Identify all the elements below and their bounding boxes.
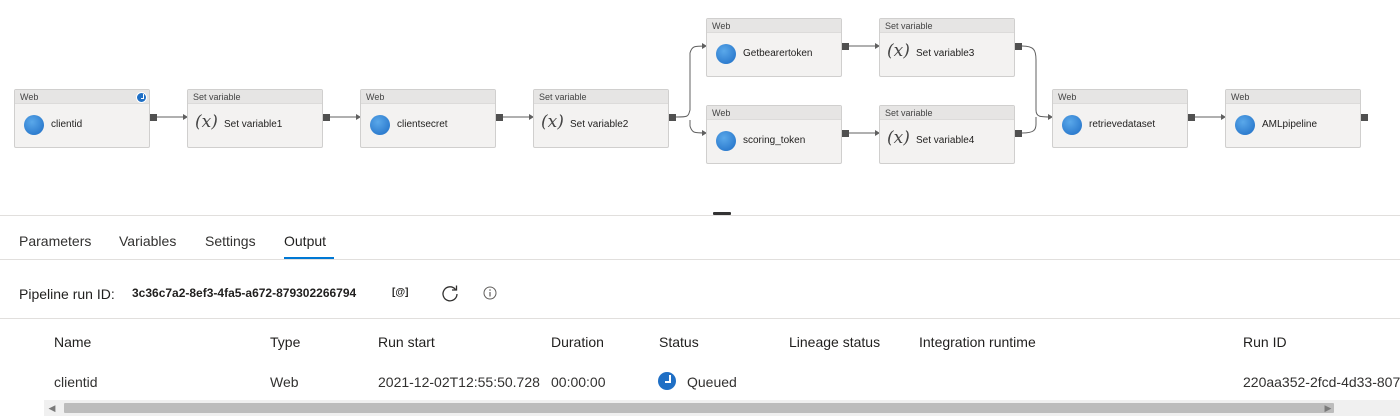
activity-set-variable4[interactable]: Set variable (x) Set variable4	[879, 105, 1015, 164]
pipeline-run-id-value: 3c36c7a2-8ef3-4fa5-a672-879302266794	[132, 286, 357, 300]
queued-clock-icon	[136, 92, 147, 103]
activity-name: retrievedataset	[1089, 119, 1156, 130]
cell-run-id: 220aa352-2fcd-4d33-807	[1243, 374, 1400, 390]
column-header-integration-runtime[interactable]: Integration runtime	[919, 334, 1036, 350]
variable-x-icon: (x)	[887, 41, 910, 61]
cell-duration: 00:00:00	[551, 374, 606, 390]
cell-name[interactable]: clientid	[54, 374, 98, 390]
output-port[interactable]	[1188, 114, 1195, 121]
activity-name: clientid	[51, 119, 83, 130]
scroll-left-arrow-icon[interactable]: ◀	[44, 400, 60, 416]
activity-name: Set variable3	[916, 48, 975, 59]
activity-type-label: Web	[1226, 90, 1360, 104]
output-port[interactable]	[496, 114, 503, 121]
activity-name: AMLpipeline	[1262, 119, 1318, 130]
tab-output[interactable]: Output	[284, 233, 326, 249]
properties-tabs: Parameters Variables Settings Output	[0, 226, 1400, 260]
output-port[interactable]	[1015, 130, 1022, 137]
web-globe-icon	[716, 44, 736, 64]
web-globe-icon	[1235, 115, 1255, 135]
tab-settings[interactable]: Settings	[205, 233, 256, 249]
column-header-run-id[interactable]: Run ID	[1243, 334, 1287, 350]
output-port[interactable]	[1015, 43, 1022, 50]
activity-name: clientsecret	[397, 119, 448, 130]
copy-icon[interactable]: [@]	[392, 285, 412, 301]
activity-clientid[interactable]: Web clientid	[14, 89, 150, 148]
output-port[interactable]	[150, 114, 157, 121]
activity-type-label: Set variable	[880, 19, 1014, 33]
web-globe-icon	[1062, 115, 1082, 135]
column-header-name[interactable]: Name	[54, 334, 91, 350]
tabs-divider	[0, 259, 1400, 260]
activity-set-variable1[interactable]: Set variable (x) Set variable1	[187, 89, 323, 148]
cell-status: Queued	[687, 374, 737, 390]
web-globe-icon	[716, 131, 736, 151]
section-divider	[0, 318, 1400, 319]
info-icon[interactable]	[483, 286, 497, 300]
tab-parameters[interactable]: Parameters	[19, 233, 91, 249]
horizontal-scrollbar[interactable]: ◀ ▶	[44, 400, 1400, 416]
queued-clock-icon	[658, 372, 676, 390]
activity-type-label: Set variable	[188, 90, 322, 104]
activity-set-variable3[interactable]: Set variable (x) Set variable3	[879, 18, 1015, 77]
activity-clientsecret[interactable]: Web clientsecret	[360, 89, 496, 148]
pipeline-canvas[interactable]: Web clientid Set variable (x) Set variab…	[0, 0, 1400, 212]
variable-x-icon: (x)	[887, 128, 910, 148]
activity-type-label: Web	[707, 19, 841, 33]
variable-x-icon: (x)	[195, 112, 218, 132]
activity-name: Getbearertoken	[743, 48, 813, 59]
web-globe-icon	[24, 115, 44, 135]
refresh-icon[interactable]	[440, 283, 460, 303]
output-port[interactable]	[323, 114, 330, 121]
activity-name: Set variable2	[570, 119, 629, 130]
tab-variables[interactable]: Variables	[119, 233, 176, 249]
activity-type-label: Web	[707, 106, 841, 120]
column-header-run-start[interactable]: Run start	[378, 334, 435, 350]
cell-run-start: 2021-12-02T12:55:50.728	[378, 374, 540, 390]
activity-type-label: Set variable	[534, 90, 668, 104]
column-header-duration[interactable]: Duration	[551, 334, 604, 350]
activity-name: scoring_token	[743, 135, 806, 146]
activity-amlpipeline[interactable]: Web AMLpipeline	[1225, 89, 1361, 148]
column-header-lineage-status[interactable]: Lineage status	[789, 334, 880, 350]
column-header-type[interactable]: Type	[270, 334, 300, 350]
output-port[interactable]	[842, 130, 849, 137]
variable-x-icon: (x)	[541, 112, 564, 132]
activity-type-label: Set variable	[880, 106, 1014, 120]
activity-getbearertoken[interactable]: Web Getbearertoken	[706, 18, 842, 77]
activity-type-label: Web	[15, 90, 149, 104]
panel-divider	[0, 215, 1400, 216]
web-globe-icon	[370, 115, 390, 135]
activity-retrievedataset[interactable]: Web retrievedataset	[1052, 89, 1188, 148]
activity-scoring-token[interactable]: Web scoring_token	[706, 105, 842, 164]
activity-name: Set variable4	[916, 135, 975, 146]
cell-type: Web	[270, 374, 299, 390]
activity-type-label: Web	[361, 90, 495, 104]
column-header-status[interactable]: Status	[659, 334, 699, 350]
pipeline-run-id-label: Pipeline run ID:	[19, 286, 115, 302]
scrollbar-thumb[interactable]	[64, 403, 1334, 413]
activity-set-variable2[interactable]: Set variable (x) Set variable2	[533, 89, 669, 148]
output-port[interactable]	[842, 43, 849, 50]
output-port[interactable]	[669, 114, 676, 121]
activity-name: Set variable1	[224, 119, 283, 130]
output-port[interactable]	[1361, 114, 1368, 121]
activity-type-label: Web	[1053, 90, 1187, 104]
scroll-right-arrow-icon[interactable]: ▶	[1320, 400, 1336, 416]
